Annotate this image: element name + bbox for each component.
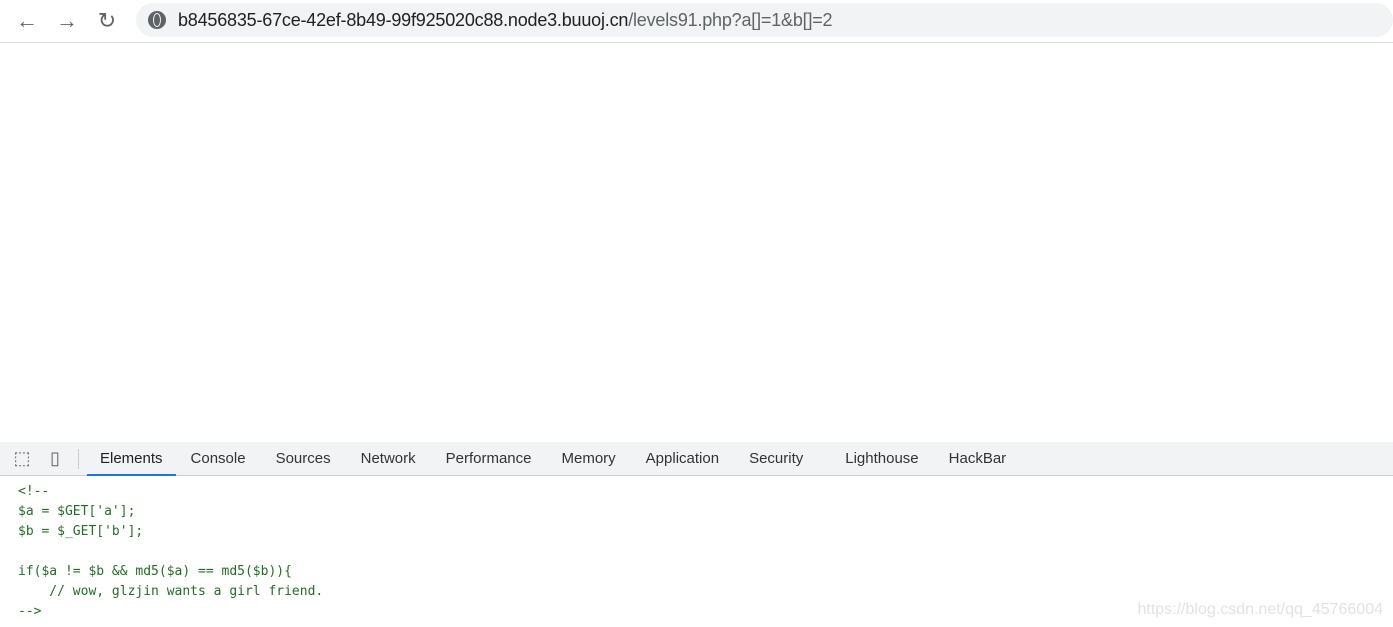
tab-elements[interactable]: Elements <box>87 442 176 476</box>
devtools-panel: ⬚ ▯ Elements Console Sources Network Per… <box>0 442 1393 627</box>
tab-application[interactable]: Application <box>631 442 734 476</box>
globe-icon <box>148 11 166 29</box>
code-line: if($a != $b && md5($a) == md5($b)){ <box>18 564 292 579</box>
tab-memory[interactable]: Memory <box>547 442 631 476</box>
code-line: $a = $GET['a']; <box>18 504 136 519</box>
inspect-element-icon[interactable]: ⬚ <box>11 448 33 470</box>
tab-sources[interactable]: Sources <box>261 442 346 476</box>
address-bar[interactable]: b8456835-67ce-42ef-8b49-99f925020c88.nod… <box>136 3 1393 37</box>
tab-console[interactable]: Console <box>176 442 261 476</box>
code-line: // wow, glzjin wants a girl friend. <box>18 584 324 599</box>
watermark: https://blog.csdn.net/qq_45766004 <box>1137 601 1383 618</box>
device-toolbar-icon[interactable]: ▯ <box>44 448 66 470</box>
devtools-tabs: ⬚ ▯ Elements Console Sources Network Per… <box>0 442 1393 476</box>
url-path: /levels91.php?a[]=1&b[]=2 <box>628 9 833 30</box>
code-line: <!-- <box>18 484 50 499</box>
back-button[interactable]: ← <box>7 3 47 39</box>
url-host: b8456835-67ce-42ef-8b49-99f925020c88.nod… <box>178 9 629 30</box>
tab-security[interactable]: Security <box>734 442 818 476</box>
url-text[interactable]: b8456835-67ce-42ef-8b49-99f925020c88.nod… <box>178 9 833 31</box>
forward-button[interactable]: → <box>47 3 87 39</box>
tab-network[interactable]: Network <box>346 442 431 476</box>
divider <box>78 448 79 469</box>
browser-toolbar: ← → ↻ b8456835-67ce-42ef-8b49-99f925020c… <box>0 0 1393 43</box>
tab-performance[interactable]: Performance <box>431 442 547 476</box>
reload-button[interactable]: ↻ <box>87 3 127 39</box>
tab-hackbar[interactable]: HackBar <box>934 442 1022 476</box>
tab-lighthouse[interactable]: Lighthouse <box>830 442 933 476</box>
code-line: $b = $_GET['b']; <box>18 524 144 539</box>
